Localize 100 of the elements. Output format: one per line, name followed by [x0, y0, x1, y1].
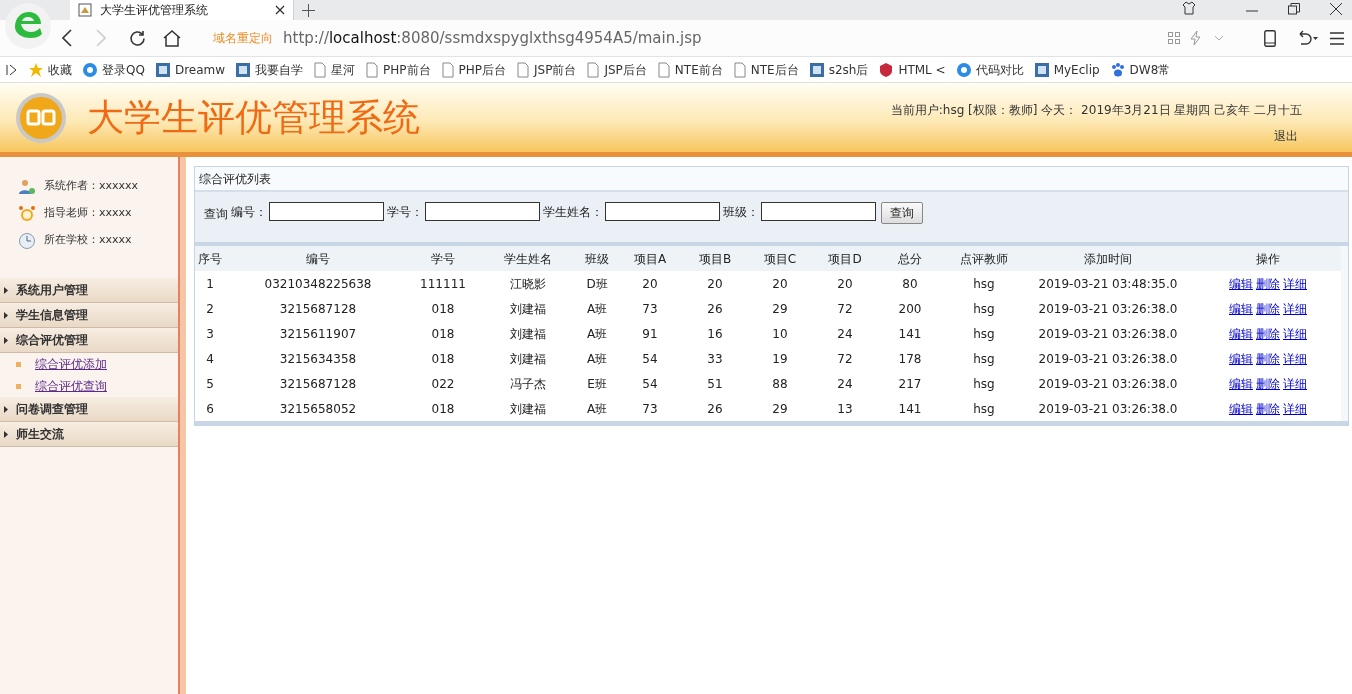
action-link[interactable]: 详细 [1283, 299, 1307, 318]
submenu-link[interactable]: 综合评优添加 [35, 355, 107, 373]
table-cell: 16 [687, 321, 743, 346]
action-link[interactable]: 详细 [1283, 274, 1307, 293]
bookmark[interactable]: PHP后台 [440, 60, 507, 79]
reload-icon[interactable] [128, 28, 147, 48]
filter-label: 学生姓名： [543, 203, 603, 221]
close-icon[interactable] [275, 5, 285, 15]
action-link[interactable]: 删除 [1256, 299, 1280, 318]
action-link[interactable]: 编辑 [1229, 374, 1253, 393]
table-cell: 20 [687, 271, 743, 296]
action-link[interactable]: 删除 [1256, 274, 1280, 293]
bookmark[interactable]: NTE后台 [732, 60, 799, 79]
qr-code-icon[interactable] [1168, 32, 1180, 44]
logout-link[interactable]: 退出 [1274, 126, 1298, 145]
home-icon[interactable] [163, 29, 181, 47]
table-cell: 20 [743, 271, 817, 296]
page-icon [313, 61, 328, 78]
action-link[interactable]: 编辑 [1229, 274, 1253, 293]
tab-favicon-icon [78, 3, 92, 17]
action-link[interactable]: 详细 [1283, 349, 1307, 368]
filter-field[interactable] [761, 202, 876, 221]
bookmark[interactable]: 收藏 [28, 60, 72, 79]
star-icon [28, 61, 44, 78]
action-link[interactable]: 编辑 [1229, 299, 1253, 318]
table-cell: 19 [743, 346, 817, 371]
action-link[interactable]: 详细 [1283, 399, 1307, 418]
table-cell: E班 [581, 371, 613, 396]
bookmark[interactable]: MyEclip [1033, 60, 1100, 79]
caret-icon [4, 405, 8, 413]
bookmark[interactable]: JSP前台 [516, 60, 577, 79]
menu-header[interactable]: 学生信息管理 [0, 303, 178, 328]
menu-header[interactable]: 系统用户管理 [0, 278, 178, 303]
menu-icon[interactable] [1330, 31, 1344, 45]
table-cell: 72 [817, 346, 873, 371]
column-header: 编号 [225, 246, 411, 271]
column-header: 学号 [411, 246, 475, 271]
new-tab-icon[interactable] [302, 4, 315, 17]
action-link[interactable]: 删除 [1256, 399, 1280, 418]
browser-tab[interactable]: 大学生评优管理系统 [70, 0, 294, 20]
bookmark[interactable]: s2sh后 [808, 60, 869, 79]
logo-icon [15, 91, 67, 144]
table-cell: 刘建福 [475, 321, 581, 346]
table-cell: 2019-03-21 03:48:35.0 [1021, 271, 1195, 296]
table-cell: 3215634358 [225, 346, 411, 371]
action-link[interactable]: 详细 [1283, 324, 1307, 343]
filter-field[interactable] [269, 202, 384, 221]
page-icon [516, 61, 531, 78]
action-link[interactable]: 编辑 [1229, 324, 1253, 343]
table-cell: 刘建福 [475, 296, 581, 321]
table-cell: 111111 [411, 271, 475, 296]
menu-header[interactable]: 师生交流 [0, 422, 178, 447]
action-link[interactable]: 删除 [1256, 349, 1280, 368]
table-cell: 2 [195, 296, 225, 321]
back-icon[interactable] [62, 29, 72, 47]
table-cell: 26 [687, 396, 743, 421]
bookmark[interactable]: Dreamw [154, 60, 226, 79]
bookmark[interactable]: HTML < [878, 60, 946, 79]
restore-icon[interactable] [1288, 3, 1300, 15]
action-link[interactable]: 编辑 [1229, 349, 1253, 368]
lightning-icon[interactable] [1190, 31, 1202, 45]
action-link[interactable]: 详细 [1283, 374, 1307, 393]
close-window-icon[interactable] [1330, 3, 1342, 15]
bookmark[interactable]: PHP前台 [365, 60, 431, 79]
table-cell: A班 [581, 346, 613, 371]
bookmark[interactable]: 我要自学 [235, 60, 304, 79]
tablet-icon[interactable] [1264, 29, 1276, 47]
bookmark[interactable]: NTE前台 [656, 60, 723, 79]
square-logo-icon [808, 61, 825, 78]
bookmark[interactable]: 登录QQ [82, 60, 145, 79]
table-cell: 141 [873, 396, 947, 421]
action-link[interactable]: 编辑 [1229, 399, 1253, 418]
table-cell: hsg [947, 296, 1021, 321]
filter-field[interactable] [605, 202, 720, 221]
info-text: 系统作者：xxxxxx [44, 178, 139, 195]
table-cell: hsg [947, 271, 1021, 296]
column-header: 项目A [613, 246, 687, 271]
action-link[interactable]: 删除 [1256, 324, 1280, 343]
menu-header[interactable]: 问卷调查管理 [0, 397, 178, 422]
shirt-icon[interactable] [1182, 1, 1196, 15]
action-link[interactable]: 删除 [1256, 374, 1280, 393]
page-icon [732, 61, 747, 78]
submenu-link[interactable]: 综合评优查询 [35, 377, 107, 395]
sidebar-toggle-icon[interactable] [6, 63, 18, 76]
bookmark[interactable]: 代码对比 [955, 60, 1024, 79]
table-cell: 018 [411, 396, 475, 421]
bookmark[interactable]: DW8常 [1109, 60, 1171, 79]
table-cell: 4 [195, 346, 225, 371]
search-button[interactable]: 查询 [881, 202, 923, 224]
filter-field[interactable] [425, 202, 540, 221]
table-cell: 54 [613, 346, 687, 371]
table-cell: 24 [817, 321, 873, 346]
column-header: 序号 [195, 246, 225, 271]
filter-label: 编号： [231, 203, 267, 221]
bookmark[interactable]: JSP后台 [586, 60, 647, 79]
menu-header[interactable]: 综合评优管理 [0, 328, 178, 353]
table-cell: 3 [195, 321, 225, 346]
table-cell: hsg [947, 321, 1021, 346]
bookmark[interactable]: 星河 [313, 60, 356, 79]
url-text[interactable]: http://localhost:8080/ssmdxspyglxthsg4954A5/main.jsp [283, 26, 702, 50]
